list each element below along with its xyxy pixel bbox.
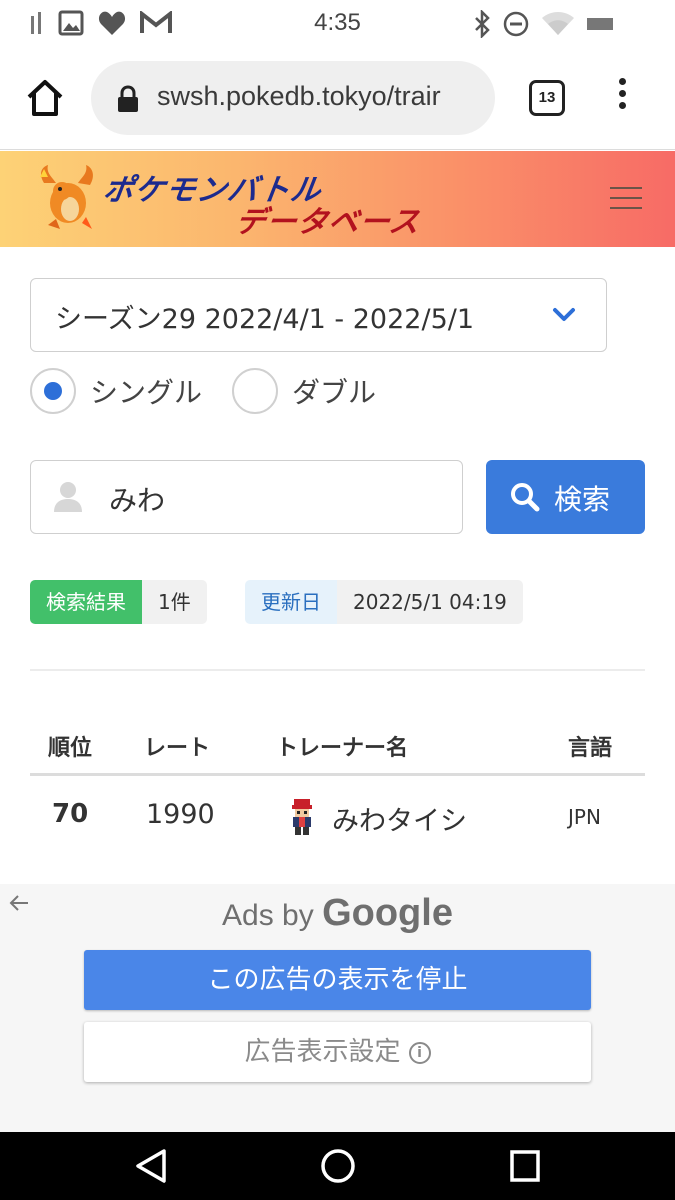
radio-double-indicator[interactable] bbox=[232, 368, 278, 414]
result-count-badge: 検索結果 1件 bbox=[30, 580, 207, 624]
wifi-icon bbox=[542, 12, 574, 35]
season-select[interactable]: シーズン29 2022/4/1 - 2022/5/1 bbox=[30, 278, 607, 352]
site-header: ポケモンバトル データベース bbox=[0, 151, 675, 247]
user-icon bbox=[54, 482, 82, 512]
bluetooth-icon bbox=[475, 10, 490, 38]
home-icon[interactable] bbox=[26, 78, 64, 118]
row-trainer-name[interactable]: みわタイシ bbox=[332, 799, 467, 838]
result-count-value: 1件 bbox=[142, 580, 207, 624]
ad-settings-button[interactable]: 広告表示設定 i bbox=[84, 1022, 591, 1082]
result-count-tag: 検索結果 bbox=[30, 580, 142, 624]
ads-by-text: Ads by bbox=[222, 899, 314, 932]
battery-icon bbox=[587, 18, 613, 30]
updated-date-value: 2022/5/1 04:19 bbox=[337, 580, 523, 624]
trainer-search-input[interactable]: みわ bbox=[30, 460, 463, 534]
logo-title-line2[interactable]: データベース bbox=[233, 197, 424, 241]
tab-switcher-button[interactable]: 13 bbox=[529, 80, 565, 116]
radio-double[interactable]: ダブル bbox=[232, 368, 376, 414]
ad-settings-label: 広告表示設定 bbox=[244, 1037, 401, 1067]
url-text: swsh.pokedb.tokyo/trair bbox=[157, 81, 441, 111]
ads-by-google: Ads by Google bbox=[0, 892, 675, 935]
table-row[interactable]: 70 1990 みわタイシ JPN bbox=[30, 779, 645, 853]
lock-icon bbox=[118, 85, 138, 112]
season-selected-value: シーズン29 2022/4/1 - 2022/5/1 bbox=[55, 304, 475, 335]
search-button[interactable]: 検索 bbox=[486, 460, 645, 534]
header-rank: 順位 bbox=[48, 736, 93, 761]
android-nav-bar bbox=[0, 1132, 675, 1200]
search-button-label: 検索 bbox=[554, 483, 611, 516]
google-logo-text: Google bbox=[322, 892, 453, 934]
browser-menu-icon[interactable] bbox=[614, 78, 630, 120]
row-language: JPN bbox=[568, 805, 601, 829]
updated-date-badge: 更新日 2022/5/1 04:19 bbox=[245, 580, 523, 624]
home-circle-icon[interactable] bbox=[320, 1148, 356, 1184]
row-rank: 70 bbox=[52, 799, 89, 829]
status-right-icons bbox=[473, 10, 613, 38]
row-rate: 1990 bbox=[146, 799, 215, 830]
ranking-table-header: 順位 レート トレーナー名 言語 bbox=[30, 718, 645, 776]
radio-single-label[interactable]: シングル bbox=[90, 371, 202, 411]
header-rate: レート bbox=[144, 736, 211, 761]
header-trainer-name: トレーナー名 bbox=[276, 736, 409, 761]
search-icon bbox=[511, 483, 540, 512]
search-input-value: みわ bbox=[109, 484, 166, 517]
address-bar[interactable]: swsh.pokedb.tokyo/trair bbox=[91, 61, 495, 135]
radio-single-indicator[interactable] bbox=[30, 368, 76, 414]
updated-date-tag: 更新日 bbox=[245, 580, 337, 624]
divider bbox=[30, 669, 645, 671]
ad-feedback-panel: Ads by Google この広告の表示を停止 広告表示設定 i bbox=[0, 884, 675, 1132]
do-not-disturb-icon bbox=[503, 11, 529, 37]
charizard-logo-icon[interactable] bbox=[34, 163, 100, 235]
browser-toolbar: swsh.pokedb.tokyo/trair 13 bbox=[0, 48, 675, 150]
radio-single[interactable]: シングル bbox=[30, 368, 202, 414]
status-bar: 4:35 bbox=[0, 0, 675, 48]
trainer-avatar bbox=[292, 799, 312, 835]
radio-double-label[interactable]: ダブル bbox=[292, 371, 376, 411]
info-icon: i bbox=[408, 1041, 431, 1064]
stop-ad-button[interactable]: この広告の表示を停止 bbox=[84, 950, 591, 1010]
header-language: 言語 bbox=[568, 736, 613, 761]
hamburger-menu-icon[interactable] bbox=[610, 187, 642, 211]
chevron-down-icon bbox=[553, 308, 575, 321]
recents-icon[interactable] bbox=[509, 1148, 541, 1184]
back-icon[interactable] bbox=[134, 1148, 168, 1184]
